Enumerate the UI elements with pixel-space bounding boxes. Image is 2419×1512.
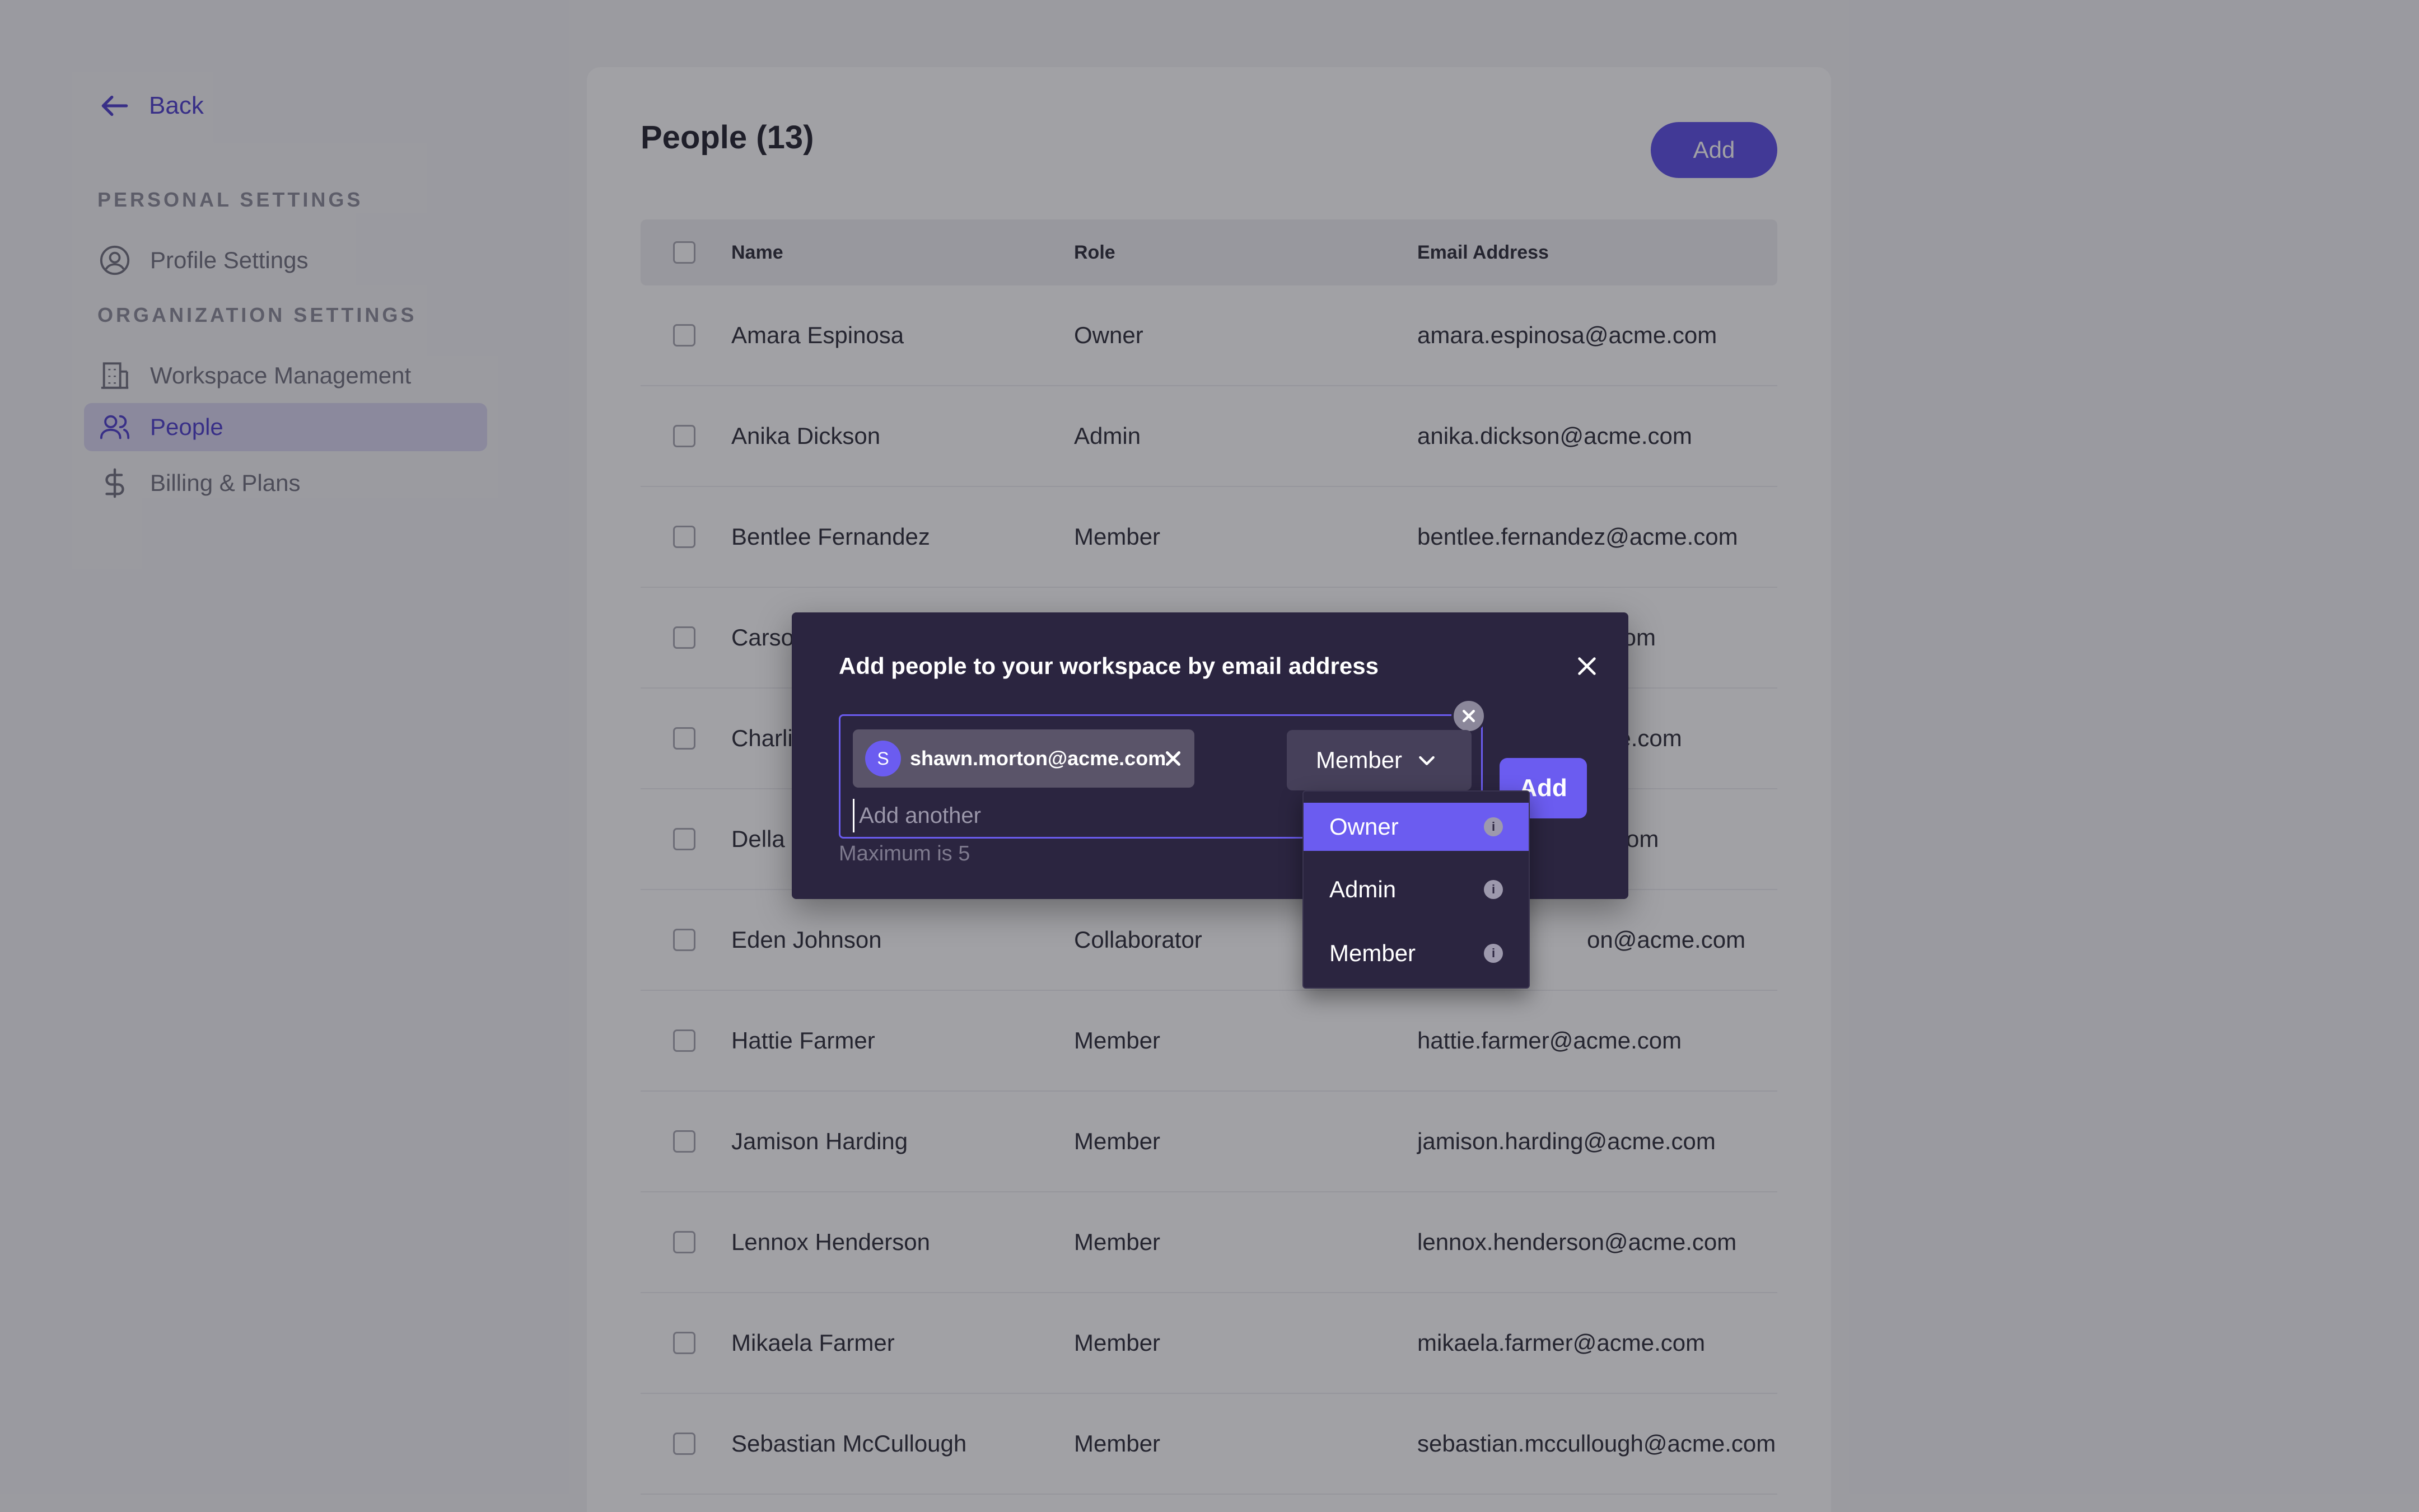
role-option-label: Owner	[1329, 813, 1399, 840]
email-chip-text: shawn.morton@acme.com	[910, 747, 1166, 770]
clear-input-button[interactable]	[1451, 699, 1486, 733]
role-option-owner[interactable]: Owner i	[1304, 803, 1529, 851]
info-icon[interactable]: i	[1484, 817, 1503, 836]
close-icon	[1463, 710, 1475, 722]
info-icon[interactable]: i	[1484, 880, 1503, 899]
add-another-input[interactable]	[853, 799, 1301, 832]
avatar: S	[865, 741, 901, 776]
max-hint: Maximum is 5	[839, 842, 970, 865]
close-modal-button[interactable]	[1567, 646, 1607, 686]
role-option-admin[interactable]: Admin i	[1304, 865, 1529, 914]
close-icon	[1165, 751, 1181, 766]
role-option-member[interactable]: Member i	[1304, 929, 1529, 977]
chevron-down-icon	[1419, 756, 1435, 765]
email-chip: S shawn.morton@acme.com	[853, 729, 1194, 788]
info-icon[interactable]: i	[1484, 944, 1503, 963]
modal-title: Add people to your workspace by email ad…	[839, 653, 1379, 679]
role-option-label: Admin	[1329, 876, 1397, 902]
role-select-value: Member	[1316, 747, 1403, 773]
role-dropdown-menu: Owner i Admin i Member i	[1302, 790, 1530, 989]
role-select[interactable]: Member	[1287, 730, 1472, 790]
close-icon	[1578, 657, 1596, 675]
remove-chip-button[interactable]	[1159, 744, 1188, 773]
role-option-label: Member	[1329, 940, 1416, 966]
